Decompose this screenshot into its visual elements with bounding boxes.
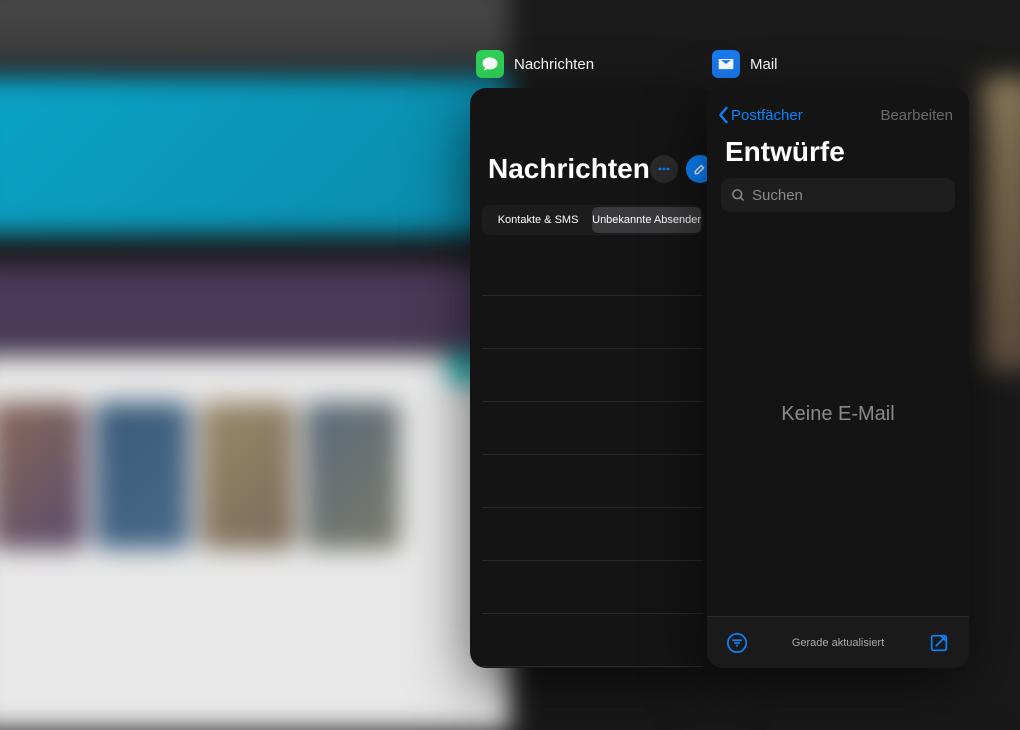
back-label: Postfächer <box>731 107 803 124</box>
mail-app-card[interactable]: Postfächer Bearbeiten Entwürfe Suchen Ke… <box>707 88 969 668</box>
list-item[interactable] <box>482 296 703 349</box>
search-input[interactable]: Suchen <box>721 178 955 212</box>
segment-unknown[interactable]: Unbekannte Absender <box>592 207 701 233</box>
messages-app-icon <box>476 50 504 78</box>
app-label-text: Nachrichten <box>514 56 594 73</box>
app-label-messages: Nachrichten <box>476 50 594 78</box>
edit-button[interactable]: Bearbeiten <box>880 107 953 124</box>
more-button[interactable] <box>650 155 678 183</box>
empty-state: Keine E-Mail <box>707 212 969 616</box>
app-label-text: Mail <box>750 56 778 73</box>
list-item[interactable] <box>482 402 703 455</box>
list-item[interactable] <box>482 561 703 614</box>
segment-contacts[interactable]: Kontakte & SMS <box>484 207 592 233</box>
messages-title: Nachrichten <box>488 153 650 185</box>
app-label-mail: Mail <box>712 50 778 78</box>
back-button[interactable]: Postfächer <box>717 106 803 124</box>
search-icon <box>731 188 746 203</box>
mail-app-icon <box>712 50 740 78</box>
sync-status: Gerade aktualisiert <box>792 637 884 649</box>
filter-segmented-control[interactable]: Kontakte & SMS Unbekannte Absender <box>482 205 703 235</box>
messages-app-card[interactable]: Nachrichten Kontakte & SMS Unbekannte Ab… <box>470 88 715 668</box>
chevron-left-icon <box>717 106 729 124</box>
compose-button[interactable] <box>927 631 951 655</box>
list-item[interactable] <box>482 455 703 508</box>
mail-title: Entwürfe <box>707 132 969 178</box>
conversation-list <box>470 243 715 667</box>
list-item[interactable] <box>482 508 703 561</box>
list-item[interactable] <box>482 614 703 667</box>
search-placeholder: Suchen <box>752 187 803 204</box>
list-item[interactable] <box>482 349 703 402</box>
list-item[interactable] <box>482 243 703 296</box>
mail-toolbar: Gerade aktualisiert <box>707 616 969 668</box>
filter-button[interactable] <box>725 631 749 655</box>
